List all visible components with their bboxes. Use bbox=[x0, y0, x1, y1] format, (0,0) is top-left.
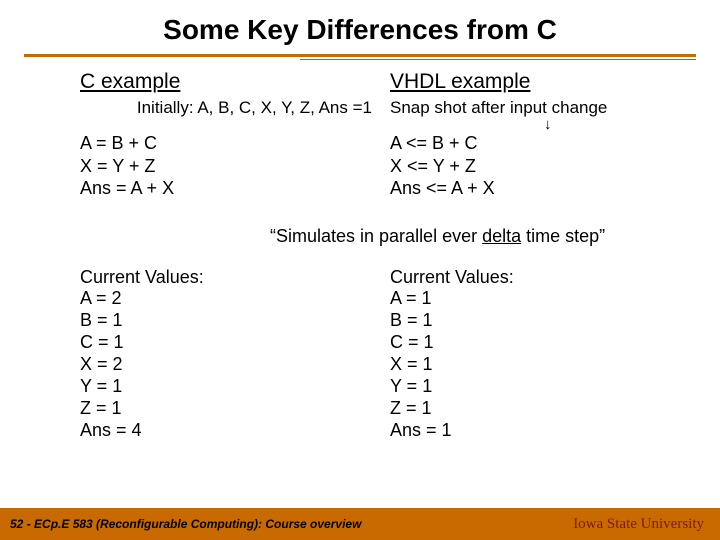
vhdl-value-a: A = 1 bbox=[390, 288, 514, 310]
example-headings-row: C example VHDL example bbox=[80, 70, 686, 94]
vhdl-value-z: Z = 1 bbox=[390, 398, 514, 420]
slide-title: Some Key Differences from C bbox=[0, 0, 720, 46]
vhdl-code-line: Ans <= A + X bbox=[390, 177, 495, 200]
initial-row: Initially: A, B, C, X, Y, Z, Ans =1 Snap… bbox=[80, 98, 686, 118]
vhdl-example-heading: VHDL example bbox=[390, 70, 530, 94]
vhdl-value-y: Y = 1 bbox=[390, 376, 514, 398]
c-value-a: A = 2 bbox=[80, 288, 390, 310]
vhdl-code-line: A <= B + C bbox=[390, 132, 495, 155]
vhdl-code-line: X <= Y + Z bbox=[390, 155, 495, 178]
c-code-line: Ans = A + X bbox=[80, 177, 390, 200]
down-arrow-icon: ↓ bbox=[544, 120, 552, 130]
content-area: C example VHDL example Initially: A, B, … bbox=[0, 60, 720, 442]
vhdl-value-ans: Ans = 1 bbox=[390, 420, 514, 442]
course-label: - ECp.E 583 (Reconfigurable Computing): … bbox=[23, 517, 361, 531]
c-code-line: A = B + C bbox=[80, 132, 390, 155]
vhdl-values-header: Current Values: bbox=[390, 267, 514, 289]
snapshot-label-wrap: Snap shot after input change ↓ bbox=[390, 98, 607, 118]
c-example-heading: C example bbox=[80, 70, 380, 94]
c-values-block: Current Values: A = 2 B = 1 C = 1 X = 2 … bbox=[80, 267, 390, 443]
initial-values-label: Initially: A, B, C, X, Y, Z, Ans =1 bbox=[80, 98, 390, 118]
c-values-header: Current Values: bbox=[80, 267, 390, 289]
quote-post: time step” bbox=[521, 226, 605, 246]
c-value-ans: Ans = 4 bbox=[80, 420, 390, 442]
vhdl-value-b: B = 1 bbox=[390, 310, 514, 332]
c-code-line: X = Y + Z bbox=[80, 155, 390, 178]
title-rule-thick bbox=[24, 54, 696, 57]
c-code-block: A = B + C X = Y + Z Ans = A + X bbox=[80, 132, 390, 200]
vhdl-value-x: X = 1 bbox=[390, 354, 514, 376]
footer-left: 52 - ECp.E 583 (Reconfigurable Computing… bbox=[10, 517, 361, 531]
vhdl-value-c: C = 1 bbox=[390, 332, 514, 354]
slide-footer: 52 - ECp.E 583 (Reconfigurable Computing… bbox=[0, 508, 720, 540]
vhdl-code-block: A <= B + C X <= Y + Z Ans <= A + X bbox=[390, 132, 495, 200]
c-value-c: C = 1 bbox=[80, 332, 390, 354]
c-value-x: X = 2 bbox=[80, 354, 390, 376]
slide-number: 52 bbox=[10, 517, 23, 531]
vhdl-values-block: Current Values: A = 1 B = 1 C = 1 X = 1 … bbox=[390, 267, 514, 443]
c-value-b: B = 1 bbox=[80, 310, 390, 332]
values-row: Current Values: A = 2 B = 1 C = 1 X = 2 … bbox=[80, 267, 686, 443]
simulation-quote: “Simulates in parallel ever delta time s… bbox=[80, 226, 686, 247]
c-value-z: Z = 1 bbox=[80, 398, 390, 420]
c-value-y: Y = 1 bbox=[80, 376, 390, 398]
snapshot-label: Snap shot after input change bbox=[390, 98, 607, 117]
quote-delta: delta bbox=[482, 226, 521, 246]
code-row: A = B + C X = Y + Z Ans = A + X A <= B +… bbox=[80, 132, 686, 200]
footer-university: Iowa State University bbox=[573, 516, 704, 533]
slide-container: Some Key Differences from C C example VH… bbox=[0, 0, 720, 540]
quote-pre: “Simulates in parallel ever bbox=[270, 226, 482, 246]
